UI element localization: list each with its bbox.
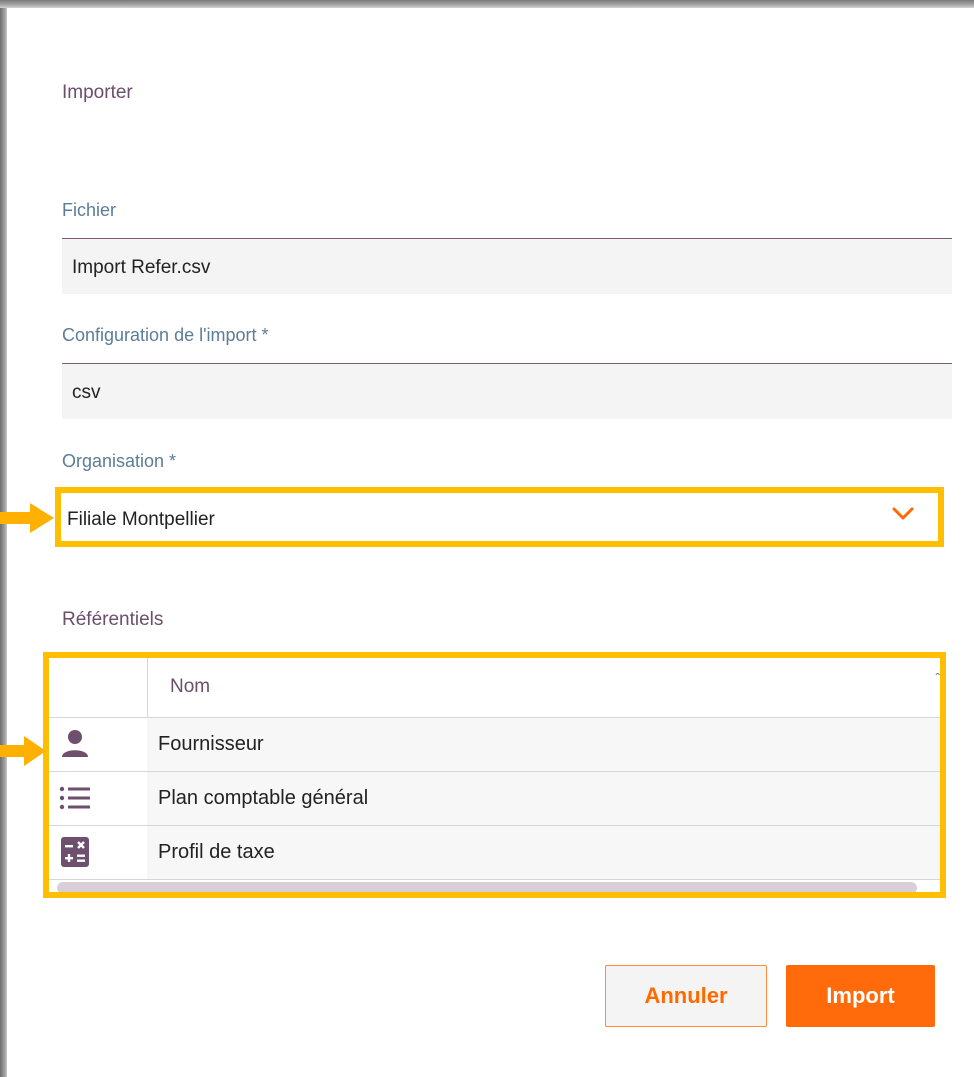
highlight-arrow-icon — [0, 734, 48, 773]
config-label: Configuration de l'import * — [62, 325, 269, 345]
import-dialog: Importer Fichier Import Refer.csv Config… — [7, 8, 974, 1077]
row-name: Plan comptable général — [158, 787, 369, 809]
table-row[interactable]: Fournisseur — [49, 718, 940, 772]
person-icon — [59, 728, 91, 760]
chevron-down-icon[interactable] — [892, 507, 914, 526]
file-field[interactable]: Import Refer.csv — [62, 238, 952, 294]
table-row[interactable]: Profil de taxe — [49, 826, 940, 880]
dialog-title: Importer — [62, 82, 133, 103]
config-field[interactable]: csv — [62, 363, 952, 419]
row-name: Profil de taxe — [158, 841, 275, 863]
window-border-top — [0, 0, 974, 8]
sort-icon[interactable]: ˆ — [935, 670, 940, 686]
organisation-value: Filiale Montpellier — [67, 509, 215, 530]
import-button[interactable]: Import — [786, 965, 935, 1027]
highlight-arrow-icon — [0, 501, 56, 540]
grid-header: Nom ˆ — [49, 658, 940, 718]
list-icon — [59, 782, 91, 814]
referentiels-grid: Nom ˆ Fournisseur Plan comptable général… — [43, 652, 946, 898]
config-value: csv — [72, 382, 101, 403]
column-header-nom[interactable]: Nom — [170, 676, 210, 698]
table-row[interactable]: Plan comptable général — [49, 772, 940, 826]
calculator-icon — [59, 836, 91, 868]
organisation-select[interactable]: Filiale Montpellier — [55, 487, 944, 547]
file-label: Fichier — [62, 200, 117, 220]
cancel-button[interactable]: Annuler — [605, 965, 767, 1027]
organisation-label: Organisation * — [62, 451, 177, 471]
file-value: Import Refer.csv — [72, 257, 211, 278]
row-name: Fournisseur — [158, 733, 264, 755]
referentiels-label: Référentiels — [62, 609, 164, 630]
horizontal-scrollbar[interactable] — [57, 882, 917, 892]
column-separator — [147, 658, 148, 718]
